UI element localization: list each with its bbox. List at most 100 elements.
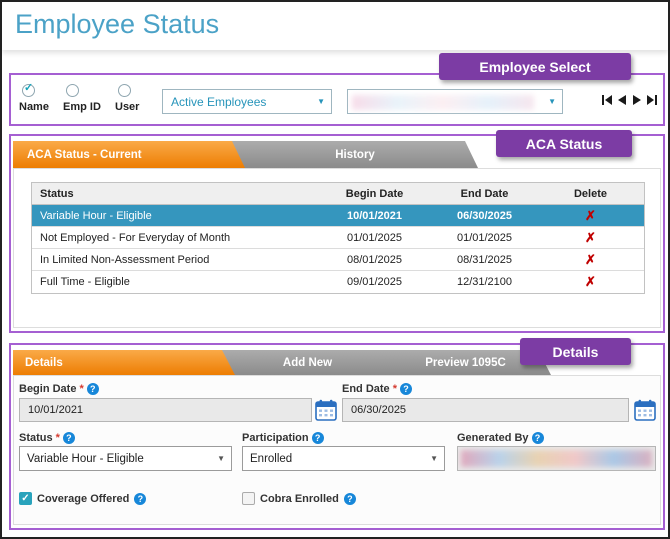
name-radio[interactable]: ✓ <box>22 82 35 97</box>
employee-filter-select[interactable]: Active Employees ▼ <box>162 89 332 114</box>
tab-aca-status-current[interactable]: ACA Status - Current <box>13 141 245 168</box>
last-record-button[interactable] <box>645 93 658 106</box>
required-marker: * <box>55 432 60 444</box>
search-mode-name[interactable]: ✓ Name <box>19 82 49 114</box>
end-date-input[interactable] <box>342 398 629 422</box>
status-select-value: Variable Hour - Eligible <box>27 452 144 465</box>
help-icon[interactable]: ? <box>134 492 147 505</box>
skip-first-icon <box>601 94 612 105</box>
participation-label-text: Participation <box>242 432 309 444</box>
aca-tab-bar: ACA Status - Current History <box>13 141 478 168</box>
calendar-icon <box>315 399 337 421</box>
employee-name-select[interactable]: ▼ <box>347 89 563 114</box>
search-mode-empid[interactable]: Emp ID <box>63 84 101 113</box>
col-header-status: Status <box>40 187 74 200</box>
generated-by-label: Generated By ? <box>457 432 544 444</box>
cell-delete: ✗ <box>537 230 644 246</box>
user-radio[interactable] <box>118 84 131 97</box>
generated-by-label-text: Generated By <box>457 432 529 444</box>
callout-details: Details <box>520 338 631 365</box>
empid-radio-label: Emp ID <box>63 101 101 113</box>
cell-begin-date: 01/01/2025 <box>346 231 403 244</box>
cell-status: Not Employed - For Everyday of Month <box>40 231 231 244</box>
details-tab-bar: Details Add New Preview 1095C <box>13 350 551 375</box>
calendar-icon <box>634 399 656 421</box>
help-icon[interactable]: ? <box>86 383 99 395</box>
end-date-calendar-button[interactable] <box>634 399 656 421</box>
cell-delete: ✗ <box>537 274 644 290</box>
begin-date-label-text: Begin Date <box>19 383 77 395</box>
callout-employee-select: Employee Select <box>439 53 631 80</box>
skip-last-icon <box>646 94 657 105</box>
search-mode-user[interactable]: User <box>115 84 139 113</box>
generated-by-field <box>457 446 656 471</box>
cell-delete: ✗ <box>537 252 644 268</box>
table-row[interactable]: Not Employed - For Everyday of Month 01/… <box>32 227 644 249</box>
delete-x-icon[interactable]: ✗ <box>585 208 596 223</box>
delete-x-icon[interactable]: ✗ <box>585 274 596 289</box>
cell-status: Full Time - Eligible <box>40 276 130 288</box>
tab-details[interactable]: Details <box>13 350 235 375</box>
status-label-text: Status <box>19 432 53 444</box>
chevron-down-icon: ▼ <box>430 454 438 463</box>
first-record-button[interactable] <box>600 93 613 106</box>
begin-date-calendar-button[interactable] <box>315 399 337 421</box>
help-icon[interactable]: ? <box>399 383 412 395</box>
table-row[interactable]: Variable Hour - Eligible 10/01/2021 06/3… <box>32 205 644 227</box>
previous-record-button[interactable] <box>615 93 628 106</box>
end-date-label-text: End Date <box>342 383 390 395</box>
empid-radio[interactable] <box>66 84 79 97</box>
table-row[interactable]: Full Time - Eligible 09/01/2025 12/31/21… <box>32 271 644 293</box>
delete-x-icon[interactable]: ✗ <box>585 230 596 245</box>
col-header-begin-date: Begin Date <box>345 187 404 200</box>
participation-select[interactable]: Enrolled ▼ <box>242 446 445 471</box>
cell-end-date: 06/30/2025 <box>456 209 513 222</box>
tab-history[interactable]: History <box>232 141 478 168</box>
participation-select-value: Enrolled <box>250 452 293 465</box>
status-label: Status * ? <box>19 432 75 444</box>
aca-status-table: Status Begin Date End Date Delete Variab… <box>31 182 645 294</box>
coverage-offered-label: Coverage Offered <box>37 492 130 505</box>
cell-end-date: 12/31/2100 <box>456 276 513 288</box>
help-icon[interactable]: ? <box>62 432 75 444</box>
begin-date-input[interactable] <box>19 398 312 422</box>
cell-delete: ✗ <box>537 208 644 224</box>
chevron-down-icon: ▼ <box>548 97 556 106</box>
coverage-offered-row: ✓ Coverage Offered ? <box>19 492 147 505</box>
coverage-offered-checkbox[interactable]: ✓ <box>19 492 32 505</box>
col-header-delete: Delete <box>573 187 608 200</box>
help-icon[interactable]: ? <box>531 432 544 444</box>
previous-icon <box>617 94 626 105</box>
table-row[interactable]: In Limited Non-Assessment Period 08/01/2… <box>32 249 644 271</box>
cell-begin-date: 09/01/2025 <box>346 276 403 288</box>
chevron-down-icon: ▼ <box>217 454 225 463</box>
redacted-employee-name <box>352 95 534 110</box>
end-date-label: End Date * ? <box>342 383 412 395</box>
begin-date-label: Begin Date * ? <box>19 383 99 395</box>
cobra-enrolled-checkbox[interactable] <box>242 492 255 505</box>
redacted-generated-by <box>461 450 652 467</box>
required-marker: * <box>392 383 397 395</box>
next-icon <box>632 94 641 105</box>
cell-end-date: 08/31/2025 <box>456 253 513 266</box>
callout-aca-status: ACA Status <box>496 130 632 157</box>
chevron-down-icon: ▼ <box>317 97 325 106</box>
next-record-button[interactable] <box>630 93 643 106</box>
cell-begin-date: 10/01/2021 <box>346 209 403 222</box>
delete-x-icon[interactable]: ✗ <box>585 252 596 267</box>
cobra-enrolled-label: Cobra Enrolled <box>260 492 339 505</box>
status-select[interactable]: Variable Hour - Eligible ▼ <box>19 446 232 471</box>
page-title: Employee Status <box>15 9 220 39</box>
record-navigation <box>600 93 658 106</box>
tab-add-new[interactable]: Add New <box>222 350 393 375</box>
cell-status: In Limited Non-Assessment Period <box>40 253 210 266</box>
employee-select-panel: ✓ Name Emp ID User Active Employees ▼ ▼ <box>9 73 665 126</box>
cell-status: Variable Hour - Eligible <box>40 209 152 222</box>
help-icon[interactable]: ? <box>311 432 324 444</box>
name-radio-label: Name <box>19 101 49 113</box>
check-icon: ✓ <box>24 82 34 94</box>
col-header-end-date: End Date <box>460 187 509 200</box>
participation-label: Participation ? <box>242 432 324 444</box>
cell-begin-date: 08/01/2025 <box>346 253 403 266</box>
help-icon[interactable]: ? <box>343 492 356 505</box>
